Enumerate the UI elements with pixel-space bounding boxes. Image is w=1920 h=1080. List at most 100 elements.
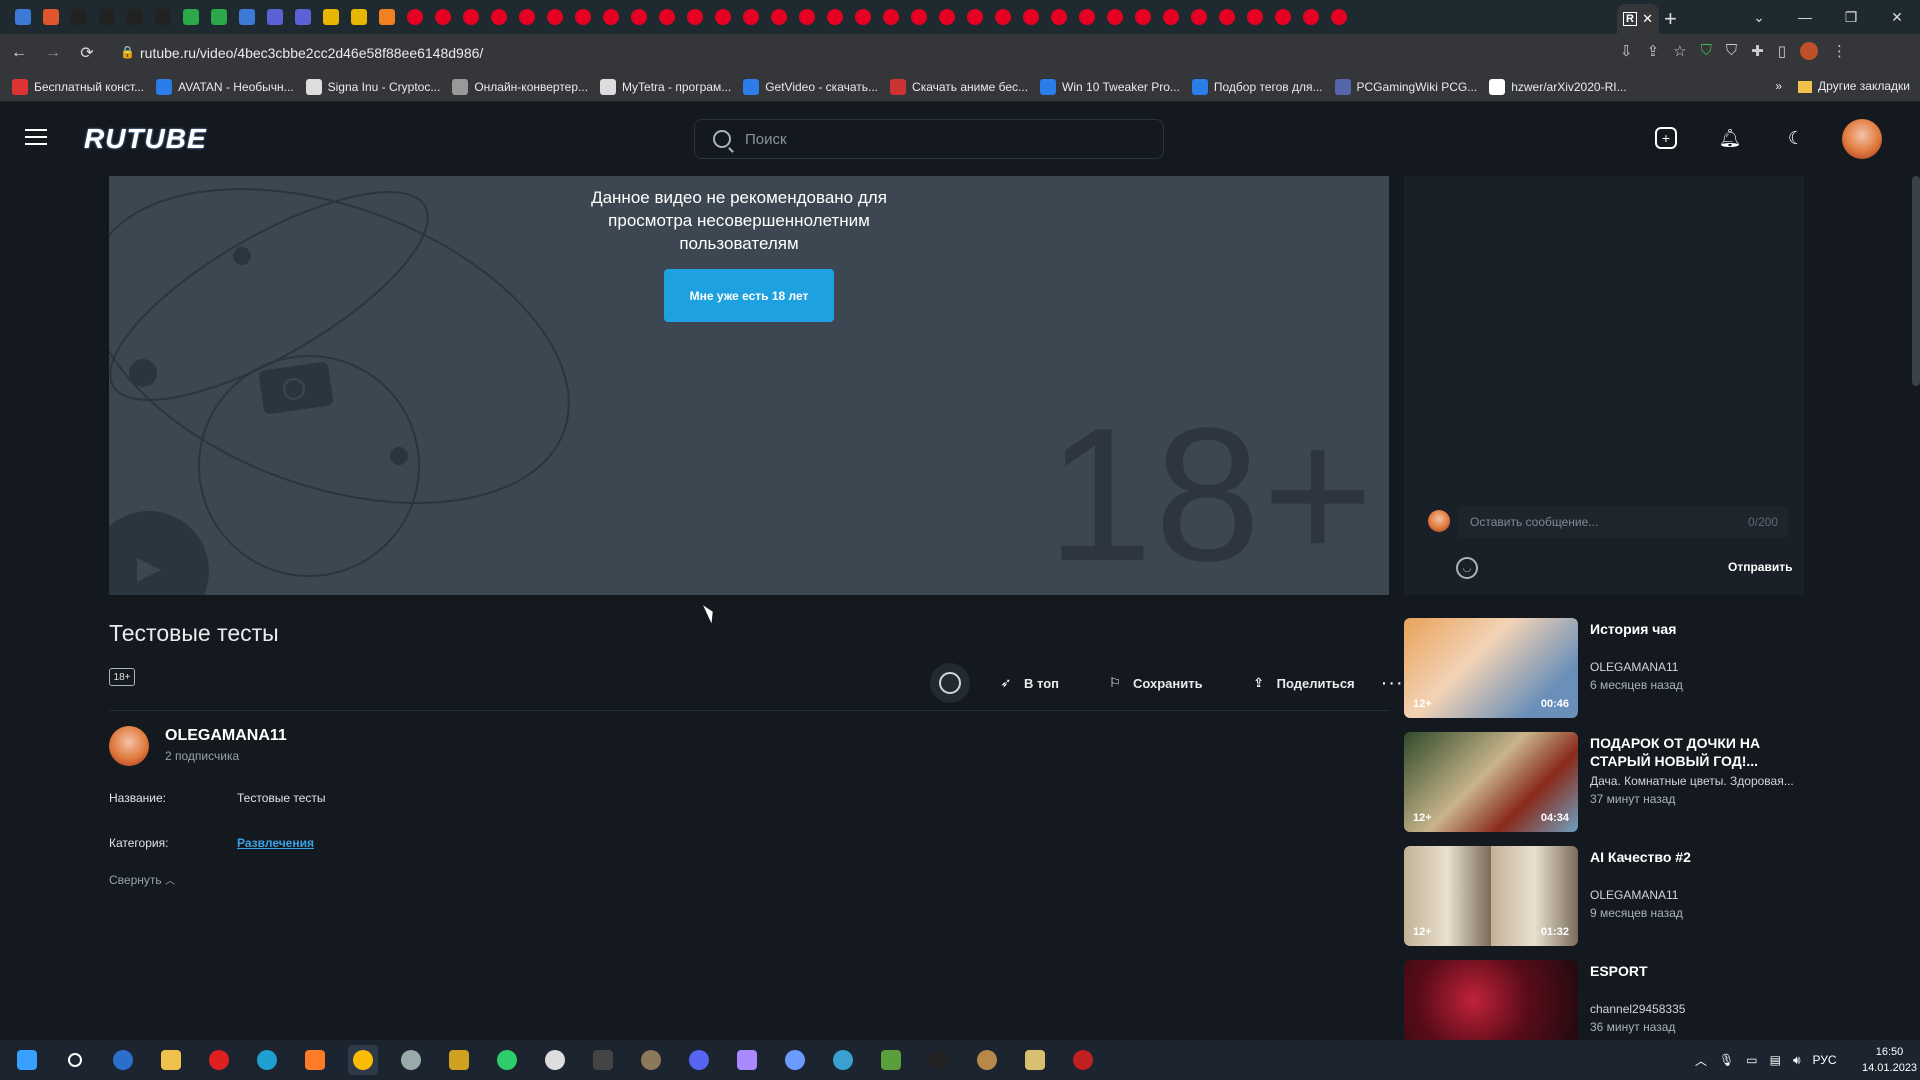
terminal-icon[interactable] (924, 1045, 954, 1075)
pinterest-tab-icon[interactable] (740, 6, 762, 28)
profile-avatar-icon[interactable] (1799, 42, 1818, 60)
bookmark-item[interactable]: Подбор тегов для... (1191, 78, 1323, 95)
app-icon[interactable] (1068, 1045, 1098, 1075)
tray-chevron-icon[interactable]: ︿ (1695, 1052, 1707, 1069)
confirm-age-button[interactable]: Мне уже есть 18 лет (664, 269, 834, 322)
maximize-button[interactable]: ❐ (1828, 9, 1874, 26)
side-panel-icon[interactable]: ▯ (1778, 42, 1786, 60)
emoji-icon[interactable]: ◡ (1456, 557, 1478, 579)
more-bookmarks-button[interactable]: » (1775, 79, 1782, 93)
windows-start-icon[interactable] (12, 1045, 42, 1075)
bookmark-item[interactable]: hzwer/arXiv2020-RI... (1489, 78, 1627, 95)
app-icon[interactable] (780, 1045, 810, 1075)
pinterest-tab-icon[interactable] (1076, 6, 1098, 28)
pinned-tab-icon[interactable] (68, 6, 90, 28)
page-scrollbar[interactable] (1912, 176, 1920, 386)
pinterest-tab-icon[interactable] (852, 6, 874, 28)
bell-icon[interactable]: 🔔︎ (1717, 125, 1743, 151)
extension-icon[interactable]: ⛉ (1726, 42, 1737, 60)
browser-menu-icon[interactable]: ⋮ (1832, 42, 1847, 60)
bookmark-item[interactable]: AVATAN - Необычн... (156, 78, 294, 95)
theme-toggle-icon[interactable]: ☾ (1783, 125, 1809, 151)
recommendation-title[interactable]: ESPORT (1590, 962, 1820, 980)
active-tab[interactable]: R ✕ (1617, 4, 1659, 34)
top-button[interactable]: ➶ В топ (996, 673, 1059, 693)
bookmark-item[interactable]: Бесплатный конст... (12, 78, 144, 95)
display-icon[interactable]: ▭ (1746, 1053, 1757, 1067)
recommendation-card[interactable]: 12+ 04:34 ПОДАРОК ОТ ДОЧКИ НА СТАРЫЙ НОВЫЙ… (1404, 732, 1824, 834)
chrome-icon[interactable] (348, 1045, 378, 1075)
recommendation-channel[interactable]: OLEGAMANA11 (1590, 660, 1820, 674)
collapse-button[interactable]: Свернуть ︿ (109, 872, 175, 887)
pinterest-tab-icon[interactable] (628, 6, 650, 28)
volume-icon[interactable]: 🔊︎ (1793, 1053, 1801, 1068)
pinned-tab-icon[interactable] (348, 6, 370, 28)
reload-button[interactable]: ⟳ (72, 43, 102, 63)
chat-send-button[interactable]: Отправить (1728, 560, 1792, 574)
app-icon[interactable] (636, 1045, 666, 1075)
minecraft-icon[interactable] (876, 1045, 906, 1075)
pinterest-tab-icon[interactable] (880, 6, 902, 28)
menu-icon[interactable] (25, 129, 47, 145)
minimize-button[interactable]: — (1782, 9, 1828, 25)
recommendation-channel[interactable]: Дача. Комнатные цветы. Здоровая... (1590, 774, 1820, 788)
bookmark-item[interactable]: Скачать аниме бес... (890, 78, 1028, 95)
close-tab-icon[interactable]: ✕ (1642, 11, 1653, 27)
obs-icon[interactable] (588, 1045, 618, 1075)
pinterest-tab-icon[interactable] (1272, 6, 1294, 28)
other-bookmarks-folder[interactable]: Другие закладки (1798, 79, 1910, 93)
tab-search-icon[interactable]: ⌄ (1736, 9, 1782, 26)
pinterest-tab-icon[interactable] (460, 6, 482, 28)
pinterest-tab-icon[interactable] (1048, 6, 1070, 28)
extension-shield-icon[interactable]: ⛉ (1701, 42, 1712, 60)
remote-desktop-icon[interactable] (828, 1045, 858, 1075)
recommendation-card[interactable]: 12+ 01:32 AI Качество #2 OLEGAMANA11 9 месяц… (1404, 846, 1824, 948)
pinterest-tab-icon[interactable] (1160, 6, 1182, 28)
search-input[interactable]: Поиск (694, 119, 1164, 159)
pinterest-tab-icon[interactable] (1132, 6, 1154, 28)
app-icon[interactable] (972, 1045, 1002, 1075)
recommendation-channel[interactable]: channel29458335 (1590, 1002, 1820, 1016)
pinterest-tab-icon[interactable] (964, 6, 986, 28)
user-avatar[interactable] (1842, 119, 1882, 159)
discord-icon[interactable] (684, 1045, 714, 1075)
share-button[interactable]: ⇪ Поделиться (1249, 673, 1354, 693)
pinned-tab-icon[interactable] (264, 6, 286, 28)
pinned-tab-icon[interactable] (180, 6, 202, 28)
clock[interactable]: 16:50 14.01.2023 (1862, 1044, 1917, 1076)
recommendation-title[interactable]: ПОДАРОК ОТ ДОЧКИ НА СТАРЫЙ НОВЫЙ ГОД!... (1590, 734, 1820, 770)
close-window-button[interactable]: ✕ (1874, 9, 1920, 26)
bookmark-item[interactable]: PCGamingWiki PCG... (1334, 78, 1477, 95)
chat-message-input[interactable]: Оставить сообщение... 0/200 (1458, 506, 1788, 538)
recommendation-card[interactable]: 12+ 00:46 История чая OLEGAMANA11 6 месяцев … (1404, 618, 1824, 720)
pinterest-tab-icon[interactable] (572, 6, 594, 28)
pinterest-tab-icon[interactable] (824, 6, 846, 28)
install-icon[interactable]: ⇩ (1620, 42, 1633, 60)
bookmark-star-icon[interactable]: ☆ (1673, 42, 1686, 60)
bookmark-item[interactable]: Онлайн-конвертер... (452, 78, 588, 95)
pinned-tab-icon[interactable] (152, 6, 174, 28)
recommendation-title[interactable]: AI Качество #2 (1590, 848, 1820, 866)
pinterest-tab-icon[interactable] (1300, 6, 1322, 28)
pinterest-tab-icon[interactable] (404, 6, 426, 28)
pinterest-tab-icon[interactable] (768, 6, 790, 28)
recommendation-title[interactable]: История чая (1590, 620, 1820, 638)
pinned-tab-icon[interactable] (292, 6, 314, 28)
pinterest-tab-icon[interactable] (712, 6, 734, 28)
share-page-icon[interactable]: ⇪ (1647, 42, 1660, 60)
bookmark-item[interactable]: Signa Inu - Cryptoc... (305, 78, 440, 95)
store-icon[interactable] (108, 1045, 138, 1075)
pinterest-tab-icon[interactable] (600, 6, 622, 28)
forward-button[interactable]: → (38, 44, 68, 62)
pinned-tab-icon[interactable] (236, 6, 258, 28)
bookmark-item[interactable]: Win 10 Tweaker Pro... (1040, 78, 1180, 95)
upload-icon[interactable]: + (1655, 127, 1677, 149)
video-player[interactable]: 18+ Данное видео не рекомендовано для пр… (109, 176, 1389, 595)
pinterest-tab-icon[interactable] (936, 6, 958, 28)
video-thumbnail[interactable]: 12+ 00:46 (1404, 618, 1578, 718)
search-icon[interactable] (60, 1045, 90, 1075)
pinterest-tab-icon[interactable] (432, 6, 454, 28)
video-thumbnail[interactable]: 12+ 01:32 (1404, 846, 1578, 946)
back-button[interactable]: ← (4, 44, 34, 62)
pinned-tab-icon[interactable] (208, 6, 230, 28)
